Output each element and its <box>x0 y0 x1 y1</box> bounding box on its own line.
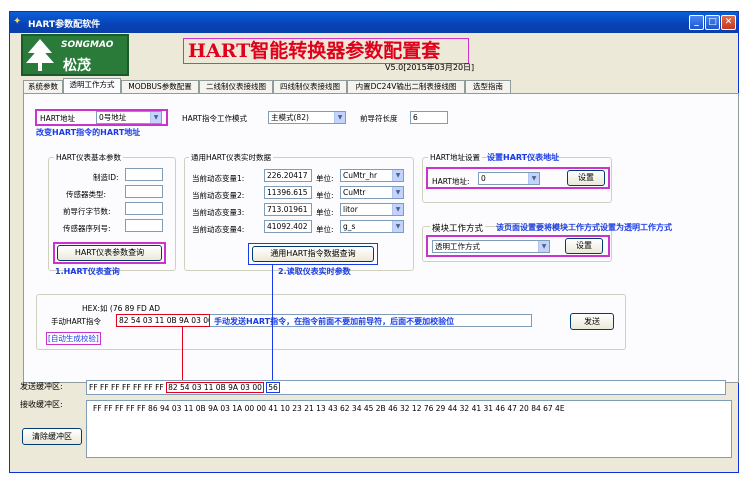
tab-two-wire-diagram[interactable]: 二线制仪表接线图 <box>199 80 273 93</box>
work-mode-select[interactable]: 主模式(82) ▼ <box>268 111 346 124</box>
realtime-var-label: 当前动态变量2: <box>192 191 245 200</box>
app-title: HART智能转换器参数配置套 <box>183 38 469 64</box>
window-title: HART参数配软件 <box>28 20 101 30</box>
send-buffer-command: 82 54 03 11 0B 9A 03 00 <box>166 382 264 393</box>
version-label: V5.0[2015年03月20日] <box>385 63 475 72</box>
basic-query-note: 1.HART仪表查询 <box>55 267 120 276</box>
addr-setting-title: HART地址设置 <box>428 152 483 163</box>
manual-command-note: 手动发送HART指令，在指令前面不要加前导符，后面不要加校验位 <box>214 317 455 326</box>
tab-selection-guide[interactable]: 选型指南 <box>465 80 511 93</box>
realtime-var-label: 当前动态变量1: <box>192 174 245 183</box>
recv-buffer-label: 接收缓冲区: <box>20 400 63 409</box>
auto-checksum-note: [自动生成校验] <box>46 332 101 345</box>
tab-system-params[interactable]: 系统参数 <box>23 80 63 93</box>
hart-address-value: 0号地址 <box>99 113 127 122</box>
unit-select[interactable]: CuMtr_hr ▼ <box>340 169 404 182</box>
unit-value: litor <box>343 205 358 214</box>
basic-param-label: 制造ID: <box>93 173 119 182</box>
unit-select[interactable]: CuMtr ▼ <box>340 186 404 199</box>
logo-brand-cn: 松茂 <box>63 58 91 74</box>
unit-label: 单位: <box>316 208 334 217</box>
unit-select[interactable]: g_s ▼ <box>340 220 404 233</box>
logo-brand: SONGMAO <box>61 40 114 50</box>
close-button[interactable]: ✕ <box>721 15 736 30</box>
realtime-title: 通用HART仪表实时数据 <box>189 152 274 163</box>
clear-buffer-button[interactable]: 清除缓冲区 <box>22 428 82 445</box>
maximize-button[interactable]: □ <box>705 15 720 30</box>
module-mode-title: 模块工作方式 <box>430 222 486 234</box>
send-buffer-field[interactable]: FF FF FF FF FF FF FF 82 54 03 11 0B 9A 0… <box>86 380 726 395</box>
realtime-var2-field[interactable]: 11396.615 <box>264 186 312 199</box>
app-icon: ✦ <box>13 16 22 27</box>
chevron-down-icon[interactable]: ▼ <box>392 187 403 198</box>
send-buffer-checksum: 56 <box>266 382 280 393</box>
send-button[interactable]: 发送 <box>570 313 614 330</box>
addr-setting-value: 0 <box>481 174 486 183</box>
realtime-var-label: 当前动态变量3: <box>192 208 245 217</box>
addr-setting-note: 设置HART仪表地址 <box>487 153 560 162</box>
manual-command-input[interactable]: 82 54 03 11 0B 9A 03 00 <box>116 314 210 327</box>
recv-buffer-field[interactable]: FF FF FF FF FF 86 94 03 11 0B 9A 03 1A 0… <box>86 400 732 458</box>
hart-address-label: HART地址 <box>40 114 76 123</box>
unit-label: 单位: <box>316 191 334 200</box>
chevron-down-icon[interactable]: ▼ <box>150 112 161 123</box>
chevron-down-icon[interactable]: ▼ <box>392 221 403 232</box>
preamble-bytes-field[interactable] <box>125 202 163 215</box>
hart-address-select[interactable]: 0号地址 ▼ <box>96 111 162 124</box>
tab-transparent-mode[interactable]: 透明工作方式 <box>63 78 121 93</box>
module-mode-set-button[interactable]: 设置 <box>565 238 603 254</box>
realtime-var1-field[interactable]: 226.20417 <box>264 169 312 182</box>
preamble-input[interactable]: 6 <box>410 111 448 124</box>
chevron-down-icon[interactable]: ▼ <box>392 170 403 181</box>
manual-command-label: 手动HART指令 <box>51 317 102 326</box>
unit-label: 单位: <box>316 225 334 234</box>
unit-value: g_s <box>343 222 356 231</box>
basic-param-label: 传感器类型: <box>66 190 107 199</box>
work-mode-label: HART指令工作模式 <box>182 114 248 123</box>
minimize-button[interactable]: _ <box>689 15 704 30</box>
hex-example: HEX:如 (76 89 FD AD <box>82 304 161 313</box>
realtime-var3-field[interactable]: 713.01961 <box>264 203 312 216</box>
addr-setting-label: HART地址: <box>432 177 470 186</box>
unit-value: CuMtr <box>343 188 366 197</box>
title-bar: ✦ HART参数配软件 _ □ ✕ <box>10 12 738 33</box>
tab-dc24v-diagram[interactable]: 内置DC24V输出二制表接线图 <box>347 80 465 93</box>
unit-select[interactable]: litor ▼ <box>340 203 404 216</box>
tab-four-wire-diagram[interactable]: 四线制仪表接线图 <box>273 80 347 93</box>
addr-set-button[interactable]: 设置 <box>567 170 605 186</box>
logo: SONGMAO 松茂 <box>21 34 129 76</box>
chevron-down-icon[interactable]: ▼ <box>528 173 539 184</box>
main-window: ✦ HART参数配软件 _ □ ✕ SONGMAO 松茂 HART智能转换器参数… <box>9 11 739 473</box>
basic-params-title: HART仪表基本参数 <box>54 152 124 163</box>
addr-setting-select[interactable]: 0 ▼ <box>478 172 540 185</box>
unit-value: CuMtr_hr <box>343 171 378 180</box>
basic-param-label: 传感器序列号: <box>63 224 111 233</box>
manufacturer-id-field[interactable] <box>125 168 163 181</box>
tree-logo-icon <box>26 39 54 71</box>
send-buffer-label: 发送缓冲区: <box>20 382 63 391</box>
realtime-query-note: 2.读取仪表实时参数 <box>278 267 351 276</box>
hart-param-query-button[interactable]: HART仪表参数查询 <box>57 245 162 261</box>
realtime-query-button[interactable]: 通用HART指令数据查询 <box>252 246 374 262</box>
module-mode-select[interactable]: 透明工作方式 ▼ <box>432 240 550 253</box>
work-mode-value: 主模式(82) <box>271 113 309 122</box>
sensor-type-field[interactable] <box>125 185 163 198</box>
chevron-down-icon[interactable]: ▼ <box>334 112 345 123</box>
basic-param-label: 前导行字节数: <box>63 207 111 216</box>
tab-panel: HART地址 0号地址 ▼ 改变HART指令的HART地址 HART指令工作模式… <box>23 93 739 392</box>
realtime-var-label: 当前动态变量4: <box>192 225 245 234</box>
hart-address-note: 改变HART指令的HART地址 <box>36 128 141 137</box>
realtime-var4-field[interactable]: 41092.402 <box>264 220 312 233</box>
preamble-label: 前导符长度 <box>360 114 398 123</box>
module-mode-note: 该页面设置要将模块工作方式设置为透明工作方式 <box>496 223 672 232</box>
sensor-serial-field[interactable] <box>125 219 163 232</box>
blue-connector-line <box>272 264 273 392</box>
chevron-down-icon[interactable]: ▼ <box>392 204 403 215</box>
send-buffer-prefix: FF FF FF FF FF FF FF <box>89 383 164 392</box>
tab-modbus-config[interactable]: MODBUS参数配置 <box>121 80 199 93</box>
module-mode-value: 透明工作方式 <box>435 242 480 251</box>
unit-label: 单位: <box>316 174 334 183</box>
chevron-down-icon[interactable]: ▼ <box>538 241 549 252</box>
